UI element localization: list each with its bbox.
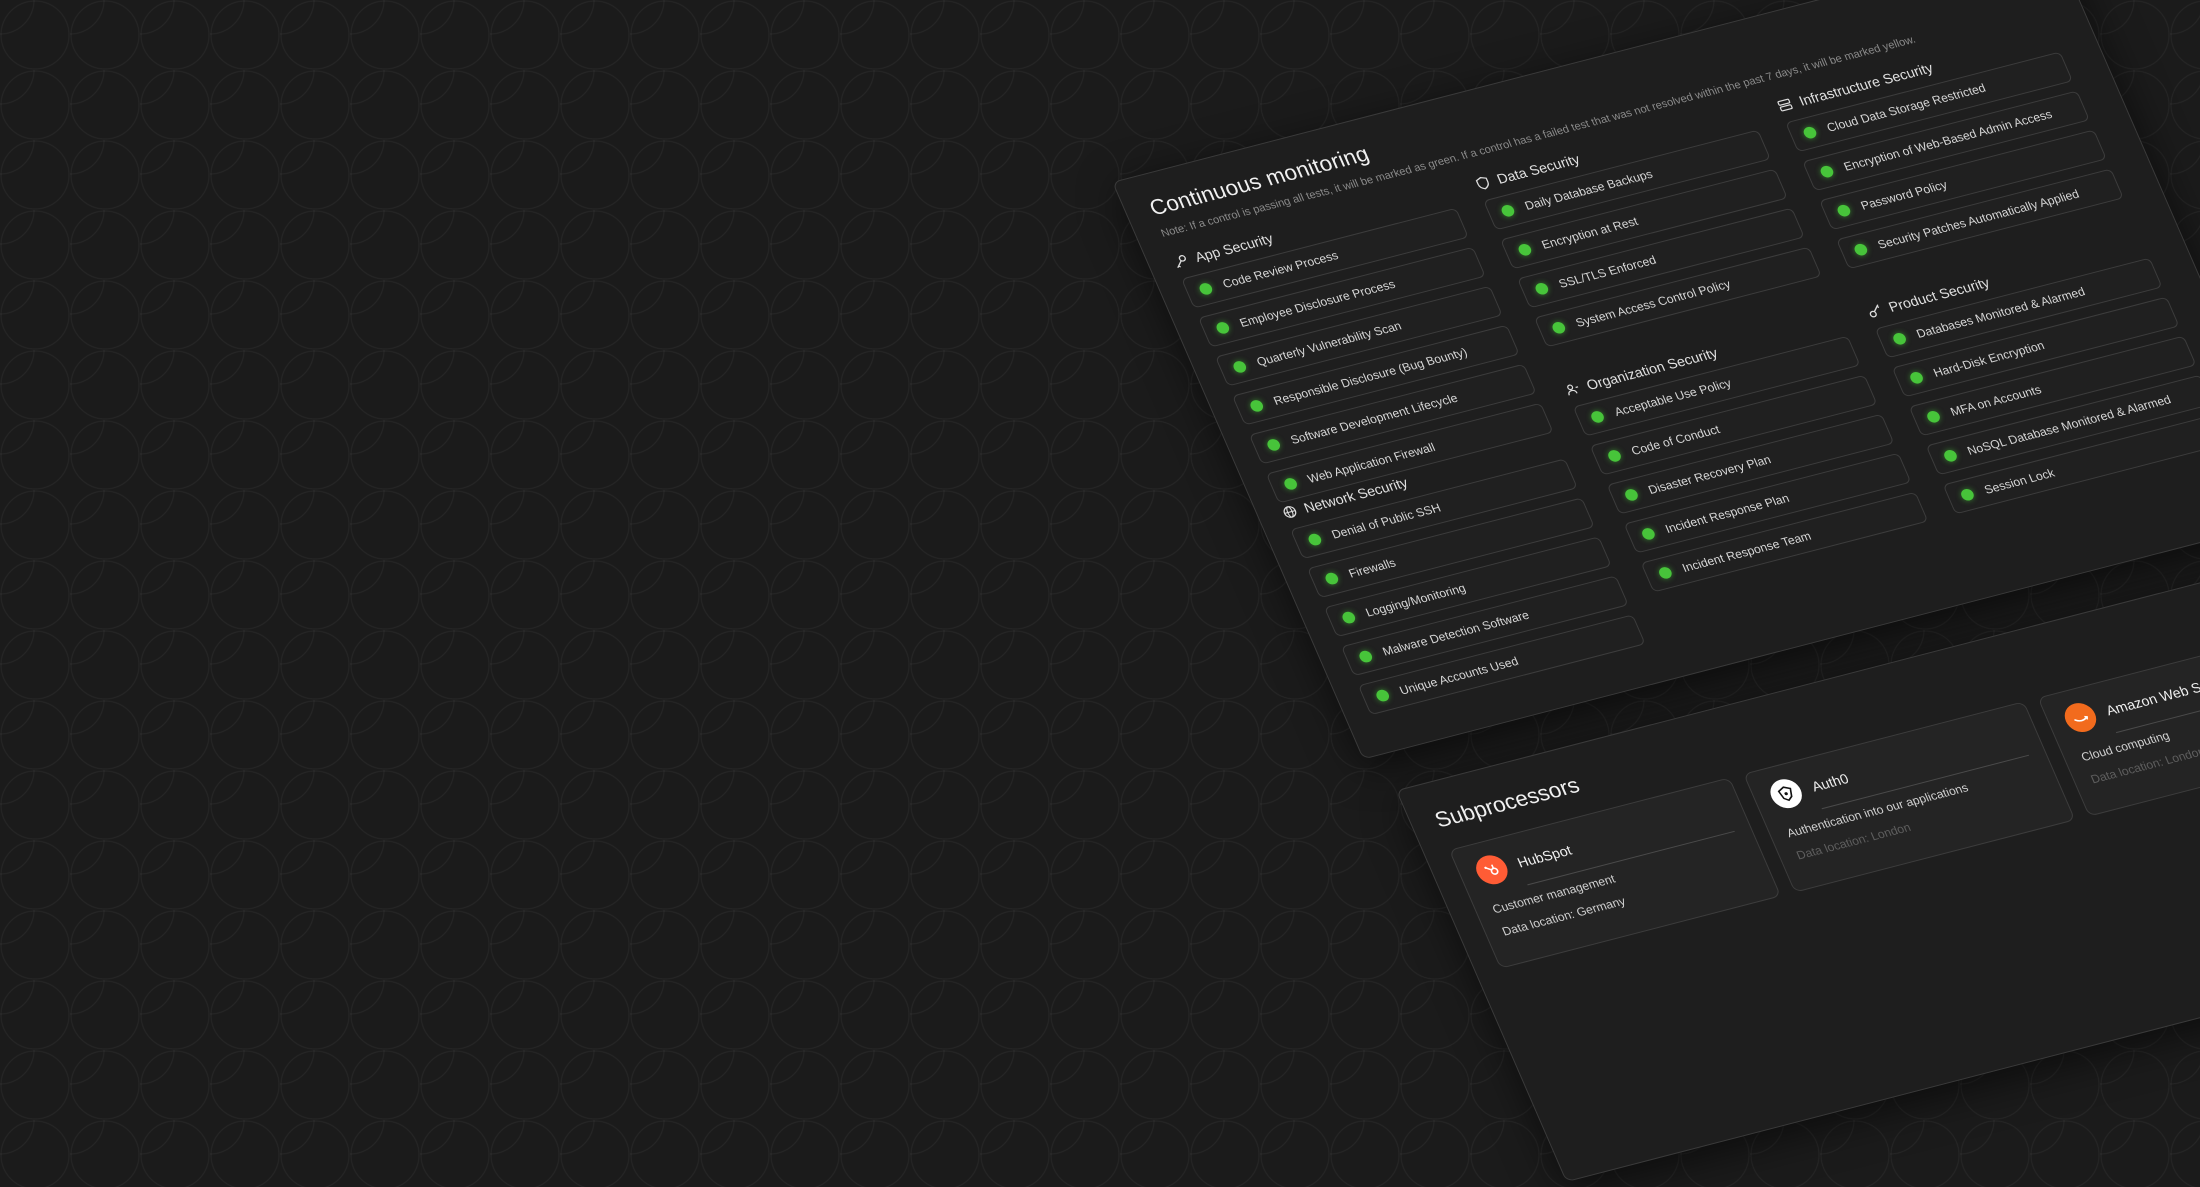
status-dot [1214,320,1232,335]
card-name: Auth0 [1809,770,1851,795]
auth0-logo-icon [1765,776,1807,812]
status-dot [1925,409,1942,424]
status-dot [1640,526,1657,541]
status-dot [1623,487,1640,502]
status-dot [1818,164,1836,179]
aws-logo-icon [2059,699,2102,736]
status-dot [1197,281,1215,296]
globe-icon [1280,504,1299,521]
control-label: Unique Accounts Used [1397,654,1521,698]
status-dot [1942,448,1959,463]
status-dot [1248,398,1265,413]
status-dot [1835,203,1853,218]
control-label: Session Lock [1982,465,2057,497]
server-icon [1775,97,1794,114]
status-dot [1801,125,1819,140]
card-name: Amazon Web Services [2103,667,2200,719]
status-dot [1374,688,1391,703]
control-label: Hard-Disk Encryption [1931,338,2047,380]
shield-icon [1473,175,1492,192]
card-header: Amazon Web Services [2059,643,2200,736]
control-label: Logging/Monitoring [1363,581,1468,620]
status-dot [1589,409,1606,424]
section-organization-security: Organization Security Acceptable Use Pol… [1561,310,1932,602]
subprocessor-card-auth0[interactable]: Auth0 Authentication into our applicatio… [1743,701,2076,893]
status-dot [1265,437,1282,452]
key-icon [1171,253,1190,270]
status-dot [1959,487,1976,502]
control-label: SSL/TLS Enforced [1556,252,1659,291]
status-dot [1499,203,1517,218]
control-label: Encryption at Rest [1539,214,1641,252]
section-product-security: Product Security Databases Monitored & A… [1863,232,2200,524]
control-label: MFA on Accounts [1948,382,2044,419]
hubspot-logo-icon [1471,852,1513,888]
key-icon [1865,303,1884,320]
status-dot [1533,281,1551,296]
status-dot [1657,565,1674,580]
status-dot [1852,242,1870,257]
status-dot [1606,448,1623,463]
status-dot [1550,320,1568,335]
control-label: Password Policy [1858,177,1950,213]
status-dot [1357,649,1374,664]
status-dot [1323,571,1341,586]
status-dot [1282,476,1299,491]
control-label: Firewalls [1346,555,1398,581]
card-name: HubSpot [1514,841,1574,871]
status-dot [1516,242,1534,257]
users-icon [1563,381,1582,398]
control-label: Code of Conduct [1629,422,1722,458]
status-dot [1340,610,1358,625]
status-dot [1306,532,1324,547]
status-dot [1908,370,1925,385]
status-dot [1891,331,1908,346]
status-dot [1231,359,1249,374]
